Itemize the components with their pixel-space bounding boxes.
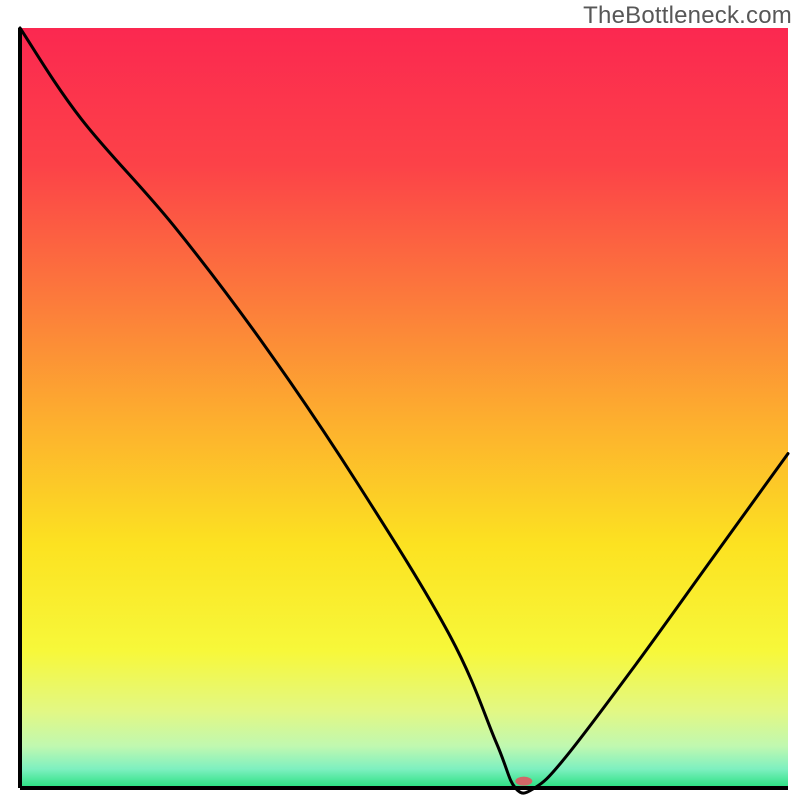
bottleneck-chart: TheBottleneck.com [0,0,800,800]
watermark-text: TheBottleneck.com [583,2,792,30]
plot-background [20,28,788,788]
optimal-marker [515,777,532,786]
chart-svg [0,0,800,800]
